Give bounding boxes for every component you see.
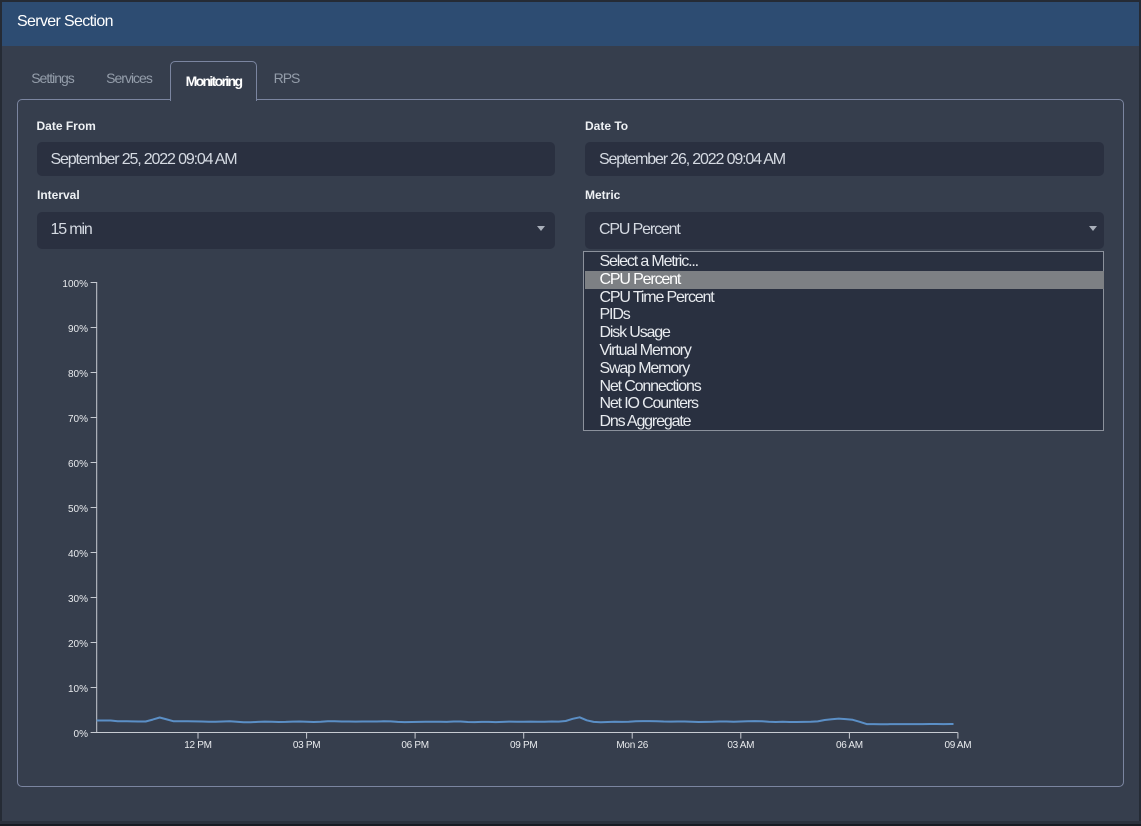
svg-text:70%: 70% — [68, 414, 88, 425]
svg-text:50%: 50% — [68, 504, 88, 515]
svg-text:03 AM: 03 AM — [727, 740, 754, 751]
svg-text:100%: 100% — [62, 279, 88, 290]
svg-text:10%: 10% — [68, 684, 88, 695]
svg-text:06 PM: 06 PM — [401, 740, 428, 751]
svg-text:40%: 40% — [68, 549, 88, 560]
svg-text:30%: 30% — [68, 594, 88, 605]
svg-text:09 PM: 09 PM — [510, 740, 537, 751]
svg-text:80%: 80% — [68, 369, 88, 380]
svg-text:09 AM: 09 AM — [944, 740, 971, 751]
svg-text:20%: 20% — [68, 639, 88, 650]
svg-text:0%: 0% — [74, 729, 89, 740]
svg-text:Mon 26: Mon 26 — [616, 740, 648, 751]
svg-text:03 PM: 03 PM — [293, 740, 320, 751]
svg-text:90%: 90% — [68, 324, 88, 335]
svg-text:06 AM: 06 AM — [836, 740, 863, 751]
svg-text:12 PM: 12 PM — [184, 740, 211, 751]
svg-text:60%: 60% — [68, 459, 88, 470]
